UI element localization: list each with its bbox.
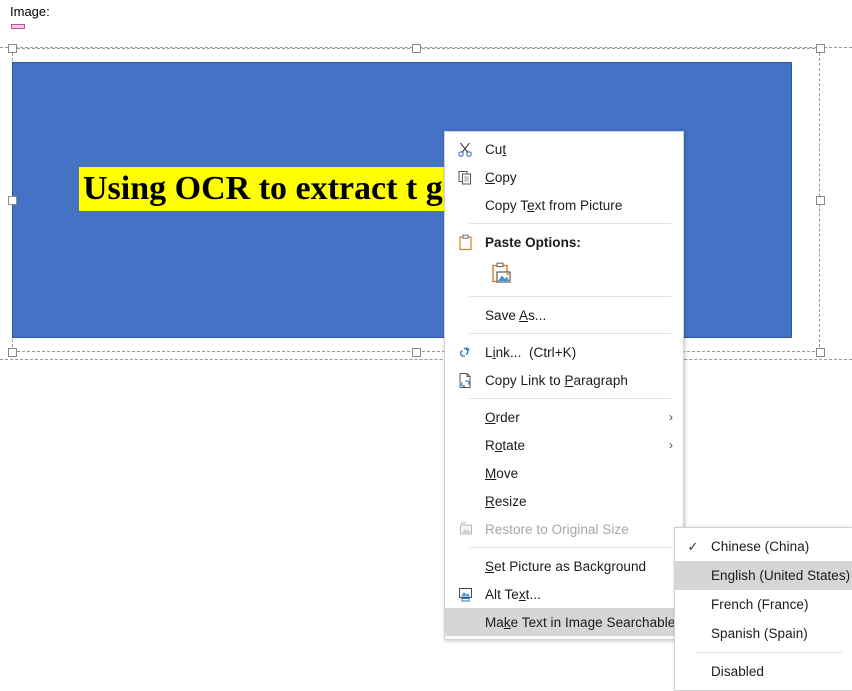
menu-item-paste-options: Paste Options: [445, 228, 683, 256]
menu-item-set-picture-as-background[interactable]: Set Picture as Background [445, 552, 683, 580]
resize-handle-top-right[interactable] [816, 44, 825, 53]
menu-item-resize-label: Resize [485, 493, 527, 509]
submenu-item-chinese-china-label: Chinese (China) [711, 539, 810, 554]
resize-handle-middle-right[interactable] [816, 196, 825, 205]
menu-item-rotate-label: Rotate [485, 437, 526, 453]
menu-item-cut[interactable]: Cut [445, 135, 683, 163]
menu-item-copy[interactable]: Copy [445, 163, 683, 191]
menu-separator [469, 296, 671, 297]
menu-item-order[interactable]: Order › [445, 403, 683, 431]
menu-item-link[interactable]: Link... (Ctrl+K) [445, 338, 683, 366]
picture-caption-text: Using OCR to extract t ges [79, 167, 476, 211]
menu-item-order-label: Order [485, 409, 520, 425]
no-icon [445, 552, 485, 580]
no-icon [445, 608, 485, 636]
page-label: Image: [10, 4, 50, 19]
resize-handle-bottom-center[interactable] [412, 348, 421, 357]
restore-size-icon [445, 515, 485, 543]
menu-item-make-text-in-image-searchable[interactable]: Make Text in Image Searchable › [445, 608, 689, 636]
menu-item-restore-to-original-size: Restore to Original Size [445, 515, 683, 543]
menu-item-copy-link-to-paragraph-label: Copy Link to Paragraph [485, 372, 628, 388]
no-icon [445, 301, 485, 329]
scissors-icon [445, 135, 485, 163]
copy-icon [445, 163, 485, 191]
no-icon [675, 620, 711, 648]
no-icon [445, 487, 485, 515]
menu-item-alt-text[interactable]: Alt Text... [445, 580, 683, 608]
no-icon [675, 591, 711, 619]
menu-separator [469, 398, 671, 399]
language-submenu[interactable]: ✓ Chinese (China) English (United States… [674, 527, 852, 691]
resize-handle-bottom-left[interactable] [8, 348, 17, 357]
paste-options-gallery[interactable] [445, 256, 683, 292]
copy-link-icon [445, 366, 485, 394]
resize-handle-top-center[interactable] [412, 44, 421, 53]
menu-separator [469, 333, 671, 334]
menu-item-rotate[interactable]: Rotate › [445, 431, 683, 459]
no-icon [445, 191, 485, 219]
menu-item-copy-label: Copy [485, 169, 517, 185]
no-icon [445, 431, 485, 459]
link-icon [445, 338, 485, 366]
resize-handle-middle-left[interactable] [8, 196, 17, 205]
menu-item-save-as-label: Save As... [485, 307, 547, 323]
submenu-item-french-france-label: French (France) [711, 597, 809, 612]
menu-item-set-picture-as-background-label: Set Picture as Background [485, 558, 647, 574]
submenu-separator [695, 652, 842, 653]
menu-item-copy-text-from-picture-label: Copy Text from Picture [485, 197, 623, 213]
clipboard-icon [445, 228, 485, 256]
menu-item-resize[interactable]: Resize [445, 487, 683, 515]
submenu-item-english-united-states-label: English (United States) [711, 568, 851, 583]
paste-picture-icon[interactable] [489, 261, 515, 287]
selected-picture[interactable]: Using OCR to extract t ges [8, 44, 825, 357]
menu-item-make-text-in-image-searchable-label: Make Text in Image Searchable [485, 614, 676, 630]
text-boundary-bottom [0, 359, 852, 360]
menu-item-move-label: Move [485, 465, 519, 481]
submenu-item-french-france[interactable]: French (France) [675, 590, 852, 619]
submenu-item-spanish-spain-label: Spanish (Spain) [711, 626, 808, 641]
chevron-right-icon: › [669, 410, 673, 424]
check-icon: ✓ [687, 538, 699, 554]
menu-separator [469, 223, 671, 224]
menu-item-restore-to-original-size-label: Restore to Original Size [485, 521, 629, 537]
menu-item-copy-text-from-picture[interactable]: Copy Text from Picture [445, 191, 683, 219]
menu-separator [469, 547, 671, 548]
menu-item-cut-label: Cut [485, 141, 507, 157]
submenu-item-chinese-china[interactable]: ✓ Chinese (China) [675, 532, 852, 561]
picture-context-menu[interactable]: Cut Copy Copy Text from Picture Paste Op… [444, 131, 689, 640]
menu-item-alt-text-label: Alt Text... [485, 586, 541, 602]
menu-item-copy-link-to-paragraph[interactable]: Copy Link to Paragraph [445, 366, 683, 394]
resize-handle-bottom-right[interactable] [816, 348, 825, 357]
chevron-right-icon: › [669, 438, 673, 452]
no-icon [445, 403, 485, 431]
no-icon [445, 459, 485, 487]
submenu-item-spanish-spain[interactable]: Spanish (Spain) [675, 619, 852, 648]
menu-item-move[interactable]: Move [445, 459, 683, 487]
resize-handle-top-left[interactable] [8, 44, 17, 53]
menu-item-save-as[interactable]: Save As... [445, 301, 683, 329]
menu-item-paste-options-label: Paste Options: [485, 234, 581, 250]
submenu-item-english-united-states[interactable]: English (United States) [675, 561, 852, 590]
alt-text-icon [445, 580, 485, 608]
no-icon [675, 562, 711, 590]
text-cursor-marker [11, 24, 25, 29]
menu-item-link-label: Link... (Ctrl+K) [485, 344, 577, 360]
